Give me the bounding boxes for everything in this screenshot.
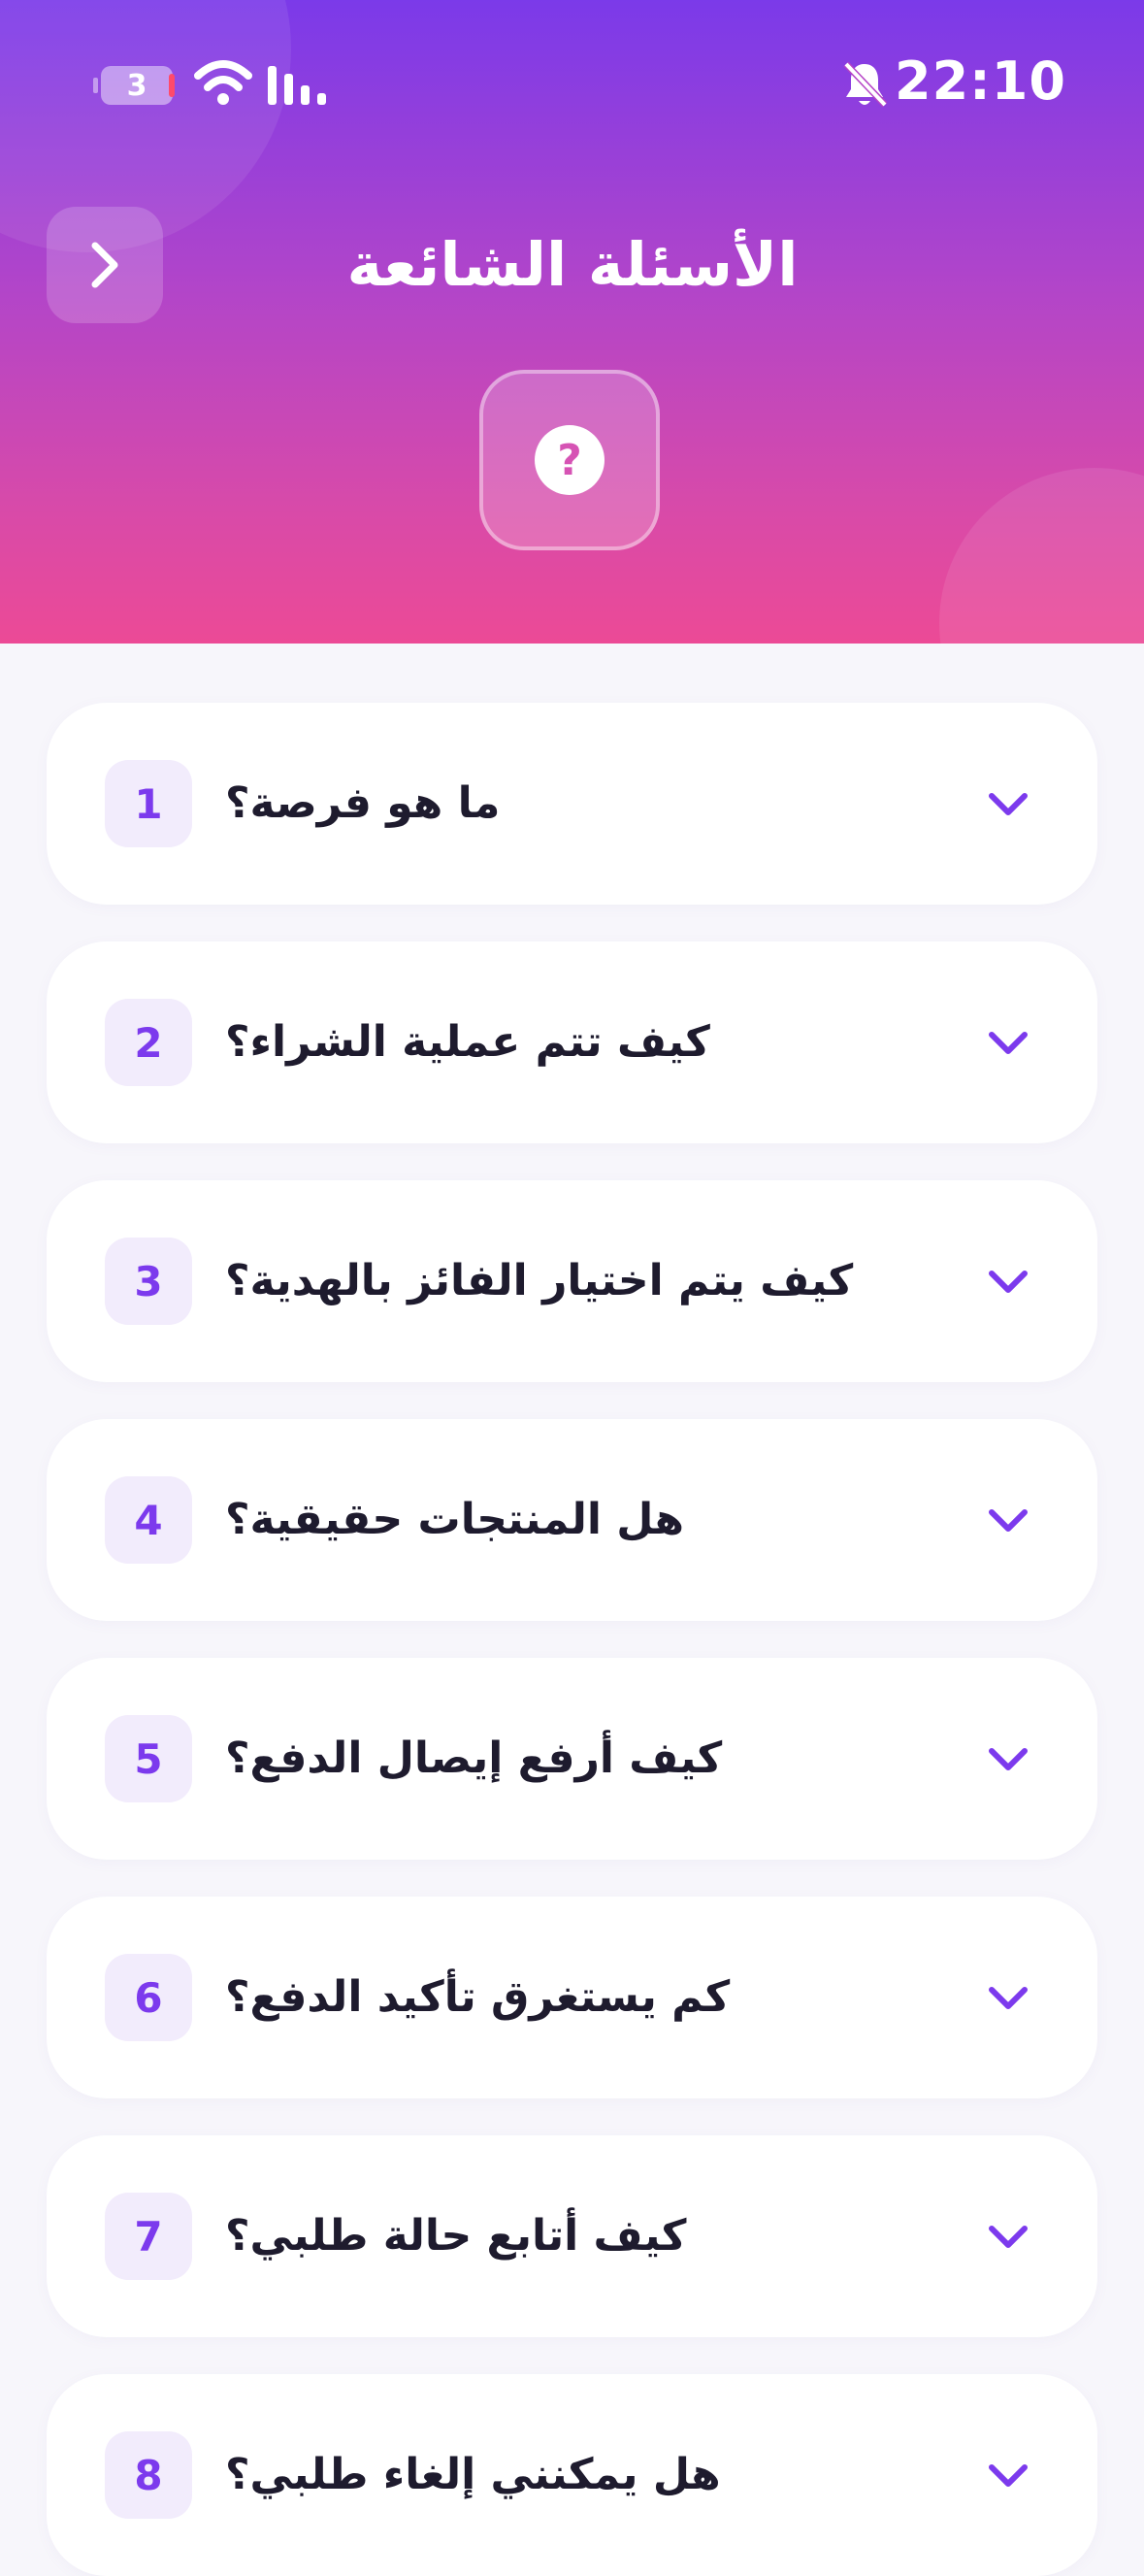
back-button[interactable] (47, 207, 163, 323)
chevron-down-icon[interactable] (984, 1258, 1032, 1306)
faq-question: هل يمكنني إلغاء طلبي؟ (225, 2450, 721, 2499)
faq-number-badge: 6 (105, 1954, 192, 2041)
chevron-down-icon[interactable] (984, 1497, 1032, 1545)
battery-level: 3 (126, 68, 147, 103)
faq-question: ما هو فرصة؟ (225, 778, 501, 828)
faq-question: هل المنتجات حقيقية؟ (225, 1495, 685, 1544)
bell-muted-icon (843, 61, 887, 108)
faq-item[interactable]: 7 كيف أتابع حالة طلبي؟ (47, 2135, 1097, 2337)
faq-number-badge: 2 (105, 999, 192, 1086)
status-bar: 3 22:10 (0, 0, 1144, 165)
chevron-down-icon[interactable] (984, 1019, 1032, 1068)
question-circle-icon: ? (535, 425, 605, 495)
status-time: 22:10 (895, 50, 1066, 112)
header: 3 22:10 الأسئلة الشائعة ? (0, 0, 1144, 644)
faq-item[interactable]: 1 ما هو فرصة؟ (47, 703, 1097, 905)
faq-hero-icon: ? (479, 370, 660, 550)
faq-item[interactable]: 6 كم يستغرق تأكيد الدفع؟ (47, 1897, 1097, 2098)
faq-item[interactable]: 8 هل يمكنني إلغاء طلبي؟ (47, 2374, 1097, 2576)
faq-number-badge: 5 (105, 1715, 192, 1802)
faq-number-badge: 1 (105, 760, 192, 847)
faq-number-badge: 8 (105, 2431, 192, 2519)
signal-icon (268, 66, 326, 105)
faq-item[interactable]: 3 كيف يتم اختيار الفائز بالهدية؟ (47, 1180, 1097, 1382)
page-title: الأسئلة الشائعة (346, 229, 799, 300)
faq-item[interactable]: 5 كيف أرفع إيصال الدفع؟ (47, 1658, 1097, 1860)
faq-number-badge: 7 (105, 2193, 192, 2280)
chevron-down-icon[interactable] (984, 780, 1032, 829)
svg-text:?: ? (557, 436, 582, 485)
faq-question: كيف أرفع إيصال الدفع؟ (225, 1734, 723, 1783)
faq-question: كم يستغرق تأكيد الدفع؟ (225, 1972, 731, 2022)
faq-item[interactable]: 4 هل المنتجات حقيقية؟ (47, 1419, 1097, 1621)
faq-item[interactable]: 2 كيف تتم عملية الشراء؟ (47, 941, 1097, 1143)
chevron-down-icon[interactable] (984, 1974, 1032, 2023)
faq-question: كيف يتم اختيار الفائز بالهدية؟ (225, 1256, 854, 1305)
battery-icon: 3 (93, 66, 175, 105)
faq-question: كيف أتابع حالة طلبي؟ (225, 2211, 687, 2261)
chevron-down-icon[interactable] (984, 2213, 1032, 2262)
decorative-circle (939, 468, 1144, 644)
chevron-right-icon (91, 242, 118, 288)
chevron-down-icon[interactable] (984, 2452, 1032, 2500)
faq-number-badge: 3 (105, 1238, 192, 1325)
faq-number-badge: 4 (105, 1476, 192, 1564)
faq-question: كيف تتم عملية الشراء؟ (225, 1017, 710, 1067)
wifi-icon (194, 60, 252, 105)
chevron-down-icon[interactable] (984, 1735, 1032, 1784)
